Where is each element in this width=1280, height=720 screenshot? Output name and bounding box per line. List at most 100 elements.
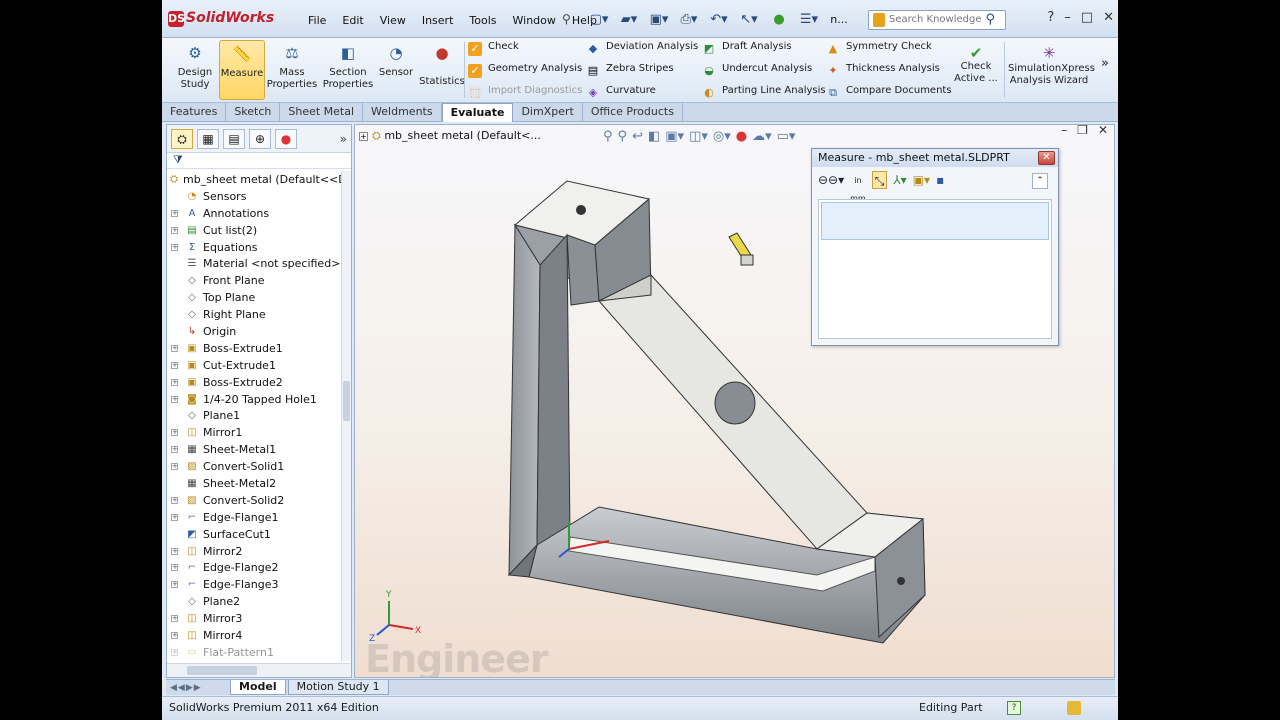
expand-icon[interactable]: +	[171, 547, 178, 555]
tree-root[interactable]: ⛭ mb_sheet metal (Default<<De	[167, 171, 341, 188]
deviation-analysis-button[interactable]: ◆ Deviation Analysis	[586, 37, 698, 57]
menu-file[interactable]: File	[300, 14, 334, 27]
expand-icon[interactable]: +	[171, 581, 178, 589]
help-icon[interactable]: ?	[1007, 701, 1021, 715]
expand-icon[interactable]: +	[171, 209, 178, 217]
draft-analysis-button[interactable]: ◩ Draft Analysis	[702, 37, 792, 57]
expand-icon[interactable]: +	[171, 463, 178, 471]
menu-edit[interactable]: Edit	[334, 14, 371, 27]
tree-item[interactable]: ↳ Origin	[167, 323, 341, 340]
feature-tree-tab-icon[interactable]: ⛭	[171, 128, 193, 149]
statistics-button[interactable]: ● Statistics	[418, 40, 466, 88]
point-to-point-icon[interactable]: ⅄▾	[893, 171, 906, 189]
expand-icon[interactable]: +	[171, 344, 178, 352]
tab-office-products[interactable]: Office Products	[583, 103, 683, 122]
filter-icon[interactable]: ⧩	[167, 153, 351, 169]
tab-dimxpert[interactable]: DimXpert	[513, 103, 583, 122]
display-manager-tab-icon[interactable]: ●	[275, 128, 297, 149]
tab-features[interactable]: Features	[162, 103, 227, 122]
simulationxpress-button[interactable]: ✳ SimulationXpress Analysis Wizard	[1008, 40, 1095, 87]
tree-item[interactable]: + A Annotations	[167, 205, 341, 222]
tab-sheet-metal[interactable]: Sheet Metal	[280, 103, 364, 122]
tree-item[interactable]: ◇ Top Plane	[167, 289, 341, 306]
expand-icon[interactable]: +	[171, 395, 178, 403]
tab-evaluate[interactable]: Evaluate	[441, 103, 514, 122]
undo-icon[interactable]: ↶▾	[707, 11, 731, 28]
check-button[interactable]: ✓ Check	[468, 37, 519, 57]
compare-documents-button[interactable]: ⧉ Compare Documents	[826, 81, 952, 101]
parting-line-analysis-button[interactable]: ◐ Parting Line Analysis	[702, 81, 825, 101]
close-button[interactable]: ✕	[1103, 10, 1114, 25]
property-manager-tab-icon[interactable]: ▦	[197, 128, 219, 149]
tree-item[interactable]: + ◫ Mirror4	[167, 627, 341, 644]
tree-item[interactable]: + Σ Equations	[167, 239, 341, 256]
tab-navigation-icon[interactable]: ◀◀▶▶	[166, 683, 230, 693]
import-diagnostics-button[interactable]: ⬚ Import Diagnostics	[468, 81, 582, 101]
pin-icon[interactable]: ⚲	[562, 12, 571, 26]
arc-circle-options-icon[interactable]: ⊖⊖▾	[818, 171, 844, 189]
tree-item[interactable]: + ⌐ Edge-Flange1	[167, 509, 341, 526]
symmetry-check-button[interactable]: ▲ Symmetry Check	[826, 37, 932, 57]
tree-item[interactable]: + ▤ Cut list(2)	[167, 222, 341, 239]
search-icon[interactable]: ⚲	[985, 11, 995, 29]
tree-item[interactable]: + ▣ Boss-Extrude2	[167, 374, 341, 391]
collapse-icon[interactable]: ⌃	[1032, 173, 1048, 189]
thickness-analysis-button[interactable]: ✦ Thickness Analysis	[826, 59, 939, 79]
tree-item[interactable]: + ◫ Mirror2	[167, 543, 341, 560]
menu-view[interactable]: View	[372, 14, 414, 27]
tab-sketch[interactable]: Sketch	[226, 103, 281, 122]
mass-properties-button[interactable]: ⚖ Mass Properties	[266, 40, 318, 91]
expand-icon[interactable]: +	[171, 429, 178, 437]
curvature-button[interactable]: ◈ Curvature	[586, 81, 656, 101]
selection-box[interactable]	[821, 202, 1049, 240]
expand-icon[interactable]: +	[171, 243, 178, 251]
expand-panel-icon[interactable]: »	[340, 132, 347, 146]
tree-item[interactable]: ◔ Sensors	[167, 188, 341, 205]
tree-item[interactable]: + ⌐ Edge-Flange2	[167, 559, 341, 576]
geometry-analysis-button[interactable]: ✓ Geometry Analysis	[468, 59, 582, 79]
vertical-scrollbar[interactable]	[341, 171, 351, 661]
scroll-thumb[interactable]	[343, 381, 350, 421]
select-icon[interactable]: ↖▾	[737, 11, 761, 28]
design-study-button[interactable]: ⚙ Design Study	[170, 40, 220, 91]
expand-icon[interactable]: +	[171, 378, 178, 386]
save-icon[interactable]: ▣▾	[647, 11, 671, 28]
expand-icon[interactable]: +	[171, 226, 178, 234]
search-knowledge-input[interactable]: Search Knowledge ⚲	[868, 10, 1006, 30]
scroll-thumb[interactable]	[187, 666, 257, 675]
tree-item[interactable]: + ▨ Convert-Solid1	[167, 458, 341, 475]
solidworks-logo[interactable]: DSSolidWorks	[168, 10, 274, 27]
options-icon[interactable]: ☰▾	[797, 11, 821, 28]
expand-icon[interactable]: +	[171, 648, 178, 656]
tree-item[interactable]: + ▣ Boss-Extrude1	[167, 340, 341, 357]
measure-button[interactable]: 📏 Measure	[219, 40, 265, 100]
zebra-stripes-button[interactable]: ▤ Zebra Stripes	[586, 59, 674, 79]
tree-item[interactable]: + ◙ 1/4-20 Tapped Hole1	[167, 391, 341, 408]
tree-item[interactable]: + ◫ Mirror1	[167, 424, 341, 441]
section-properties-button[interactable]: ◧ Section Properties	[322, 40, 374, 91]
expand-icon[interactable]: +	[171, 446, 178, 454]
xyz-measure-icon[interactable]: ⤡	[871, 171, 888, 189]
maximize-button[interactable]: □	[1081, 10, 1093, 25]
expand-icon[interactable]: +	[171, 496, 178, 504]
tree-item[interactable]: + ▣ Cut-Extrude1	[167, 357, 341, 374]
horizontal-scrollbar[interactable]	[167, 663, 351, 677]
expand-icon[interactable]: +	[171, 361, 178, 369]
tree-item[interactable]: ◇ Plane2	[167, 593, 341, 610]
units-button[interactable]: inmm	[850, 171, 866, 203]
tree-item[interactable]: ◇ Plane1	[167, 407, 341, 424]
projection-icon[interactable]: ▣▾	[913, 171, 930, 189]
tree-item[interactable]: + ⌐ Edge-Flange3	[167, 576, 341, 593]
print-icon[interactable]: ⎙▾	[677, 11, 701, 28]
undercut-analysis-button[interactable]: ◒ Undercut Analysis	[702, 59, 812, 79]
tab-motion-study[interactable]: Motion Study 1	[287, 680, 389, 695]
tree-item[interactable]: ◇ Front Plane	[167, 272, 341, 289]
expand-icon[interactable]: +	[171, 615, 178, 623]
menu-more[interactable]: n...	[827, 11, 851, 28]
expand-icon[interactable]: +	[171, 632, 178, 640]
help-button[interactable]: ?	[1047, 10, 1054, 25]
rebuild-icon[interactable]: ●	[767, 11, 791, 28]
save-sensor-icon[interactable]: ▪	[936, 171, 944, 189]
menu-window[interactable]: Window	[505, 14, 564, 27]
dimxpert-manager-tab-icon[interactable]: ⊕	[249, 128, 271, 149]
